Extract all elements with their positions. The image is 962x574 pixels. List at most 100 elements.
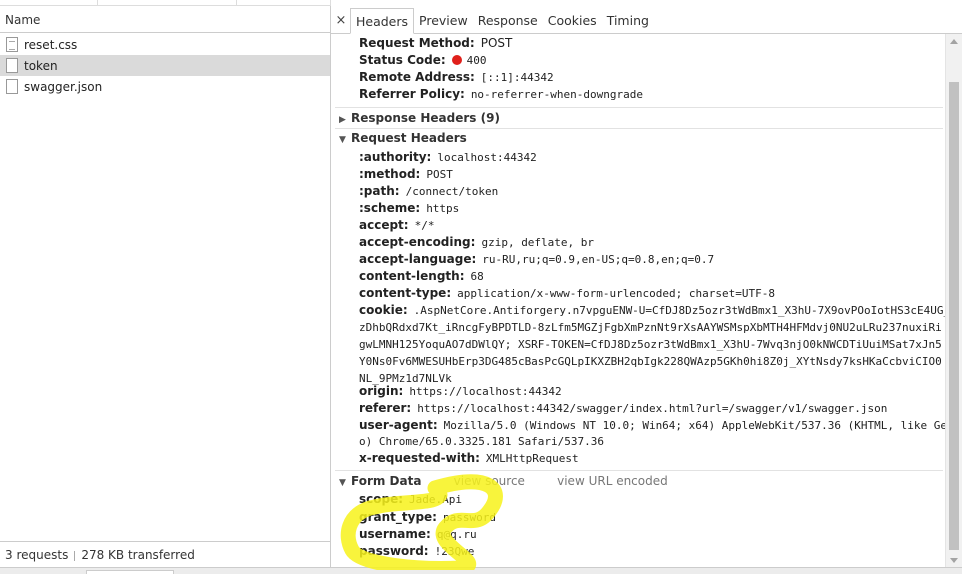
request-details-pane: × Headers Preview Response Cookies Timin… <box>331 0 962 567</box>
general-request-method: Request Method: POST <box>359 35 512 52</box>
header-value: .AspNetCore.Antiforgery.n7vpguENW-U=CfDJ… <box>413 304 945 317</box>
details-tab-bar: × Headers Preview Response Cookies Timin… <box>331 8 962 34</box>
section-title: Form Data <box>351 474 422 488</box>
req-header-origin: origin: https://localhost:44342 <box>359 383 562 400</box>
header-key: content-length: <box>359 269 465 283</box>
section-divider <box>335 128 943 129</box>
headers-content: Request Method: POST Status Code: 400 Remo… <box>331 34 945 567</box>
req-header-referer: referer: https://localhost:44342/swagger/… <box>359 400 887 417</box>
chevron-down-icon: ▼ <box>339 135 346 145</box>
header-value: https <box>426 202 460 215</box>
tab-response[interactable]: Response <box>473 8 543 33</box>
header-value: ru-RU,ru;q=0.9,en-US;q=0.8,en;q=0.7 <box>482 253 715 266</box>
header-value: gzip, deflate, br <box>481 236 595 249</box>
header-key: origin: <box>359 384 404 398</box>
details-scrollbar[interactable] <box>945 34 962 567</box>
header-value: [::1]:44342 <box>480 71 554 84</box>
header-key: :scheme: <box>359 201 421 215</box>
general-referrer-policy: Referrer Policy: no-referrer-when-downgra… <box>359 86 643 103</box>
header-value: no-referrer-when-downgrade <box>470 88 643 101</box>
section-divider <box>335 470 943 471</box>
header-key: :authority: <box>359 150 432 164</box>
request-row-token[interactable]: token <box>0 55 330 76</box>
request-row-reset-css[interactable]: reset.css <box>0 34 330 55</box>
file-icon <box>6 37 18 52</box>
file-icon <box>6 58 18 73</box>
header-key: accept-language: <box>359 252 477 266</box>
req-header-method: :method: POST <box>359 166 453 183</box>
form-field-grant-type: grant_type: password <box>359 509 496 526</box>
scroll-thumb[interactable] <box>949 82 959 550</box>
header-key: Status Code: <box>359 53 446 67</box>
form-field-scope: scope: Jade.Api <box>359 491 462 508</box>
header-key: content-type: <box>359 286 452 300</box>
header-value: */* <box>414 219 435 232</box>
scroll-up-icon[interactable] <box>950 39 958 44</box>
req-header-x-requested-with: x-requested-with: XMLHttpRequest <box>359 450 579 467</box>
req-header-content-type: content-type: application/x-www-form-urle… <box>359 285 775 302</box>
section-title: Request Headers <box>351 131 467 145</box>
name-column-header[interactable]: Name <box>0 8 330 33</box>
user-agent-value-line: o) Chrome/65.0.3325.181 Safari/537.36 <box>359 435 605 448</box>
req-header-accept-encoding: accept-encoding: gzip, deflate, br <box>359 234 594 251</box>
scroll-down-icon[interactable] <box>950 558 958 563</box>
tab-timing[interactable]: Timing <box>602 8 654 33</box>
header-key: Referrer Policy: <box>359 87 465 101</box>
header-value: https://localhost:44342 <box>409 385 562 398</box>
form-key: username: <box>359 527 431 541</box>
header-value: XMLHttpRequest <box>485 452 579 465</box>
header-key: accept: <box>359 218 409 232</box>
form-data-toggle[interactable]: ▼ Form Data view source view URL encoded <box>339 474 668 488</box>
header-key: :path: <box>359 184 400 198</box>
header-value: /connect/token <box>405 185 499 198</box>
network-summary-bar: 3 requests 278 KB transferred <box>0 541 330 567</box>
header-key: cookie: <box>359 303 408 317</box>
request-name: token <box>24 58 58 73</box>
close-icon[interactable]: × <box>332 13 350 28</box>
response-headers-toggle[interactable]: ▶ Response Headers (9) <box>339 111 500 125</box>
section-title: Response Headers (9) <box>351 111 500 125</box>
header-key: accept-encoding: <box>359 235 476 249</box>
req-header-accept: accept: */* <box>359 217 434 234</box>
tab-preview[interactable]: Preview <box>414 8 473 33</box>
header-value: localhost:44342 <box>437 151 537 164</box>
cookie-value-line: zDhbQRdxd7Kt_iRncgFyBPDTLD-8zLfm5MGZjFgb… <box>359 321 942 334</box>
form-field-password: password: !23Qwe <box>359 543 474 560</box>
network-request-list: Name reset.css token swagger.json 3 requ… <box>0 0 331 567</box>
req-header-accept-language: accept-language: ru-RU,ru;q=0.9,en-US;q=0… <box>359 251 714 268</box>
header-key: x-requested-with: <box>359 451 480 465</box>
request-name: reset.css <box>24 37 78 52</box>
drawer-tab[interactable] <box>86 570 174 574</box>
req-header-content-length: content-length: 68 <box>359 268 484 285</box>
req-header-cookie: cookie: .AspNetCore.Antiforgery.n7vpguENW… <box>359 302 945 319</box>
bottom-drawer-strip <box>0 567 962 574</box>
form-key: scope: <box>359 492 404 506</box>
request-count: 3 requests <box>5 548 69 562</box>
header-key: user-agent: <box>359 418 438 432</box>
transferred-size: 278 KB transferred <box>81 548 195 562</box>
form-value: Jade.Api <box>409 493 463 506</box>
tab-cookies[interactable]: Cookies <box>543 8 602 33</box>
request-headers-toggle[interactable]: ▼ Request Headers <box>339 131 467 145</box>
view-url-encoded-link[interactable]: view URL encoded <box>557 474 668 488</box>
summary-divider <box>74 550 76 561</box>
chevron-right-icon: ▶ <box>339 115 346 125</box>
req-header-authority: :authority: localhost:44342 <box>359 149 537 166</box>
tab-headers[interactable]: Headers <box>350 8 415 34</box>
header-key: Request Method: <box>359 36 475 50</box>
request-row-swagger-json[interactable]: swagger.json <box>0 76 330 97</box>
status-error-icon <box>451 55 462 65</box>
form-key: password: <box>359 544 429 558</box>
form-key: grant_type: <box>359 510 437 524</box>
header-value: Mozilla/5.0 (Windows NT 10.0; Win64; x64… <box>443 419 945 432</box>
file-icon <box>6 79 18 94</box>
column-strip <box>0 0 331 6</box>
view-source-link[interactable]: view source <box>454 474 525 488</box>
header-value: https://localhost:44342/swagger/index.ht… <box>417 402 888 415</box>
req-header-path: :path: /connect/token <box>359 183 498 200</box>
section-divider <box>335 107 943 108</box>
request-name: swagger.json <box>24 79 103 94</box>
req-header-scheme: :scheme: https <box>359 200 459 217</box>
header-value: POST <box>426 168 453 181</box>
form-value: q@q.ru <box>436 528 477 541</box>
